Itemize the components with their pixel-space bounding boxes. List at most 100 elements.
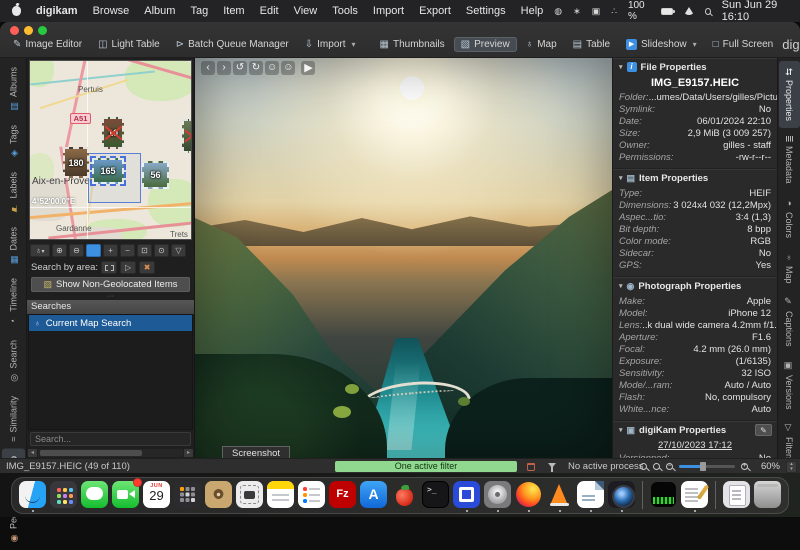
preview-button[interactable]: ▧ Preview [454, 37, 517, 52]
scrollbar-thumb[interactable] [40, 450, 142, 456]
spotlight-search-icon[interactable] [705, 8, 711, 15]
previous-image-button[interactable]: ‹ [201, 61, 215, 75]
map-photo-cluster[interactable]: 56 [142, 161, 169, 189]
map-increase-thumb-button[interactable]: + [103, 244, 118, 257]
map-photo-cluster[interactable] [182, 119, 192, 153]
map-fit-button[interactable]: ⊡ [137, 244, 152, 257]
tab-map[interactable]: ♁Map [779, 245, 800, 291]
battery-icon[interactable] [661, 8, 673, 15]
zoom-100-icon[interactable] [653, 463, 660, 470]
menubar-menu-item[interactable]: Help [521, 5, 544, 17]
searches-filter-input[interactable] [30, 432, 191, 446]
dock-digikam-icon[interactable] [608, 481, 635, 508]
dock-reminders-icon[interactable] [298, 481, 325, 508]
slideshow-play-button[interactable]: ▶ [301, 61, 315, 75]
full-screen-button[interactable]: □ Full Screen [706, 37, 781, 52]
status-icon-misc1[interactable]: ◍ [554, 6, 562, 16]
zoom-spinner[interactable]: ▴▾ [786, 461, 797, 473]
dock-trash-icon[interactable] [754, 481, 781, 508]
photograph-properties-header[interactable]: ▾ ◉ Photograph Properties [613, 278, 777, 294]
tab-versions[interactable]: ▣Versions [779, 354, 800, 417]
dock-firefox-icon[interactable] [515, 481, 542, 508]
map-view[interactable]: Pertuis A51 Aix-en-Provence Gardanne Tre… [29, 60, 192, 240]
import-button[interactable]: ⇩ Import ▾ [298, 37, 363, 52]
dock-textedit-icon[interactable] [681, 481, 708, 508]
dock-strawberry-icon[interactable] [391, 481, 418, 508]
rotate-left-button[interactable]: ↺ [233, 61, 247, 75]
table-button[interactable]: ▤ Table [566, 37, 617, 52]
dock-finder-icon[interactable] [19, 481, 46, 508]
zoom-slider[interactable] [679, 465, 735, 468]
show-face-tags-button[interactable]: ☺ [265, 61, 279, 75]
zoom-out-icon[interactable]: − [666, 463, 673, 470]
map-decrease-thumb-button[interactable]: − [120, 244, 135, 257]
bluetooth-icon[interactable]: ∗ [573, 6, 581, 16]
item-properties-header[interactable]: ▾ ▤ Item Properties [613, 170, 777, 186]
tab-properties[interactable]: ⇆Properties [779, 61, 800, 128]
file-properties-header[interactable]: ▾ i File Properties [613, 59, 777, 75]
dock-virtualbox-icon[interactable] [453, 481, 480, 508]
dock-notes-icon[interactable] [267, 481, 294, 508]
filter-icon[interactable] [548, 463, 556, 468]
dock-messages-icon[interactable] [81, 481, 108, 508]
light-table-button[interactable]: ◫ Light Table [91, 37, 167, 52]
pan-mode-icon[interactable]: ▷ [120, 261, 136, 274]
scroll-left-icon[interactable]: ◂ [28, 449, 37, 457]
thumbnails-button[interactable]: ▦ Thumbnails [373, 37, 452, 52]
dock-screenshot-icon[interactable] [236, 481, 263, 508]
sidebar-tab-dates[interactable]: ▦Dates [2, 220, 25, 272]
map-backend-button[interactable]: ♁▾ [30, 244, 50, 257]
map-mode-button[interactable] [86, 244, 101, 257]
map-zoom-out-button[interactable]: ⊖ [69, 244, 84, 257]
dock-documents-folder-icon[interactable] [723, 481, 750, 508]
menubar-menu-item[interactable]: Edit [260, 5, 279, 17]
zoom-slider-thumb[interactable] [700, 462, 706, 471]
dock-facetime-icon[interactable] [112, 481, 139, 508]
horizontal-scrollbar[interactable]: ◂ ▸ [27, 448, 194, 458]
edit-properties-button[interactable]: ✎ [755, 424, 772, 436]
dock-terminal-icon[interactable]: >_ [422, 481, 449, 508]
slideshow-button[interactable]: ▶ Slideshow ▾ [619, 37, 704, 52]
menubar-clock[interactable]: Sun Jun 29 16:10 [722, 0, 788, 23]
add-face-tag-button[interactable]: ☺ [281, 61, 295, 75]
dock-launchpad-icon[interactable] [50, 481, 77, 508]
active-filter-badge[interactable]: One active filter [335, 461, 517, 472]
menubar-menu-item[interactable]: Settings [466, 5, 506, 17]
sidebar-tab-similarity[interactable]: ≈Similarity [2, 389, 25, 448]
sidebar-tab-labels[interactable]: ⚑Labels [2, 165, 25, 220]
map-center-button[interactable]: ⊙ [154, 244, 169, 257]
tab-colors[interactable]: ◑Colors [779, 191, 800, 245]
image-preview[interactable]: ‹ › ↺ ↻ ☺ ☺ ▶ Screenshot [195, 58, 612, 458]
dock-libreoffice-icon[interactable] [577, 481, 604, 508]
menubar-menu-item[interactable]: Album [144, 5, 175, 17]
dock-minimized-window-thumbnail[interactable] [650, 481, 677, 508]
dock-calendar-icon[interactable]: JUN29 [143, 481, 170, 508]
menubar-menu-item[interactable]: Tag [190, 5, 208, 17]
menubar-menu-item[interactable]: Export [419, 5, 451, 17]
tab-captions[interactable]: ✎Captions [779, 290, 800, 354]
clear-selection-icon[interactable]: ✖ [139, 261, 155, 274]
wifi-icon[interactable] [684, 7, 694, 15]
dock-app-store-icon[interactable]: A [360, 481, 387, 508]
batch-queue-button[interactable]: ⊳ Batch Queue Manager [169, 37, 296, 52]
menubar-menu-item[interactable]: Item [223, 5, 244, 17]
menubar-menu-item[interactable]: Browse [93, 5, 130, 17]
dock-filezilla-icon[interactable]: Fz [329, 481, 356, 508]
rotate-right-button[interactable]: ↻ [249, 61, 263, 75]
map-filter-button[interactable]: ▽ [171, 244, 186, 257]
trash-icon[interactable] [527, 463, 535, 471]
select-region-icon[interactable] [101, 261, 117, 274]
menubar-app-name[interactable]: digikam [36, 5, 78, 17]
tab-metadata[interactable]: ≣Metadata [779, 128, 800, 191]
zoom-percentage[interactable]: 60% [754, 461, 780, 472]
dock-calculator-icon[interactable] [174, 481, 201, 508]
dock-vlc-icon[interactable] [546, 481, 573, 508]
dock-system-settings-icon[interactable] [484, 481, 511, 508]
map-photo-cluster-selected[interactable]: 165 [92, 158, 124, 184]
sidebar-tab-search[interactable]: ◎Search [2, 333, 25, 390]
scroll-right-icon[interactable]: ▸ [184, 449, 193, 457]
map-photo-cluster[interactable]: 10 [102, 117, 124, 149]
sidebar-tab-albums[interactable]: ▤Albums [2, 60, 25, 118]
dock-photo-booth-icon[interactable] [205, 481, 232, 508]
menubar-menu-item[interactable]: View [294, 5, 318, 17]
